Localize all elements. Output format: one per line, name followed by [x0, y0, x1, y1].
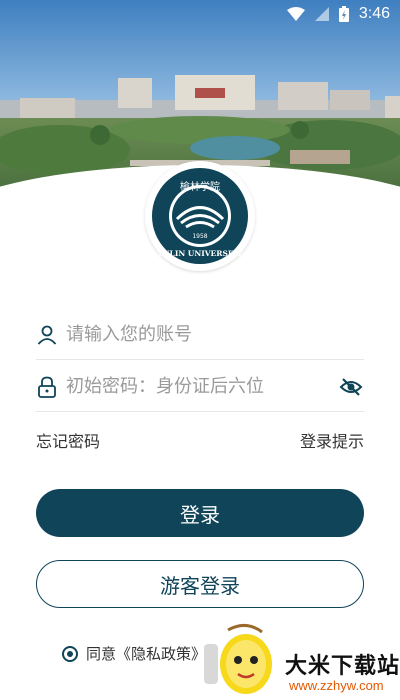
agree-radio[interactable]	[62, 645, 78, 662]
login-hint-link[interactable]: 登录提示	[300, 428, 364, 452]
forgot-password-link[interactable]: 忘记密码	[36, 428, 100, 452]
user-icon	[36, 324, 58, 346]
password-input[interactable]	[66, 376, 338, 397]
watermark-site-name: 大米下载站	[285, 654, 400, 679]
guest-login-button[interactable]: 游客登录	[36, 560, 364, 608]
signal-icon	[314, 7, 329, 21]
login-button[interactable]: 登录	[36, 489, 364, 537]
lock-icon	[36, 376, 58, 398]
status-bar: 3:46	[0, 0, 400, 28]
battery-icon	[338, 6, 349, 22]
wifi-icon	[286, 7, 305, 21]
eye-off-icon[interactable]	[338, 374, 364, 400]
watermark-url: www.zzhyw.com	[289, 678, 384, 693]
password-field[interactable]	[36, 362, 364, 412]
privacy-agreement: 同意 《隐私政策》	[62, 643, 206, 664]
university-logo: 榆林学院 1958 YULIN UNIVERSITY	[145, 161, 255, 271]
account-input[interactable]	[66, 324, 364, 345]
status-time: 3:46	[358, 5, 390, 22]
agree-prefix: 同意	[86, 645, 117, 663]
login-links-row: 忘记密码 登录提示	[36, 428, 364, 452]
logo-year: 1958	[192, 233, 207, 240]
account-field[interactable]	[36, 310, 364, 360]
logo-top-text: 榆林学院	[180, 180, 220, 193]
privacy-policy-link[interactable]: 《隐私政策》	[116, 643, 206, 664]
logo-bottom-text: YULIN UNIVERSITY	[157, 249, 243, 258]
